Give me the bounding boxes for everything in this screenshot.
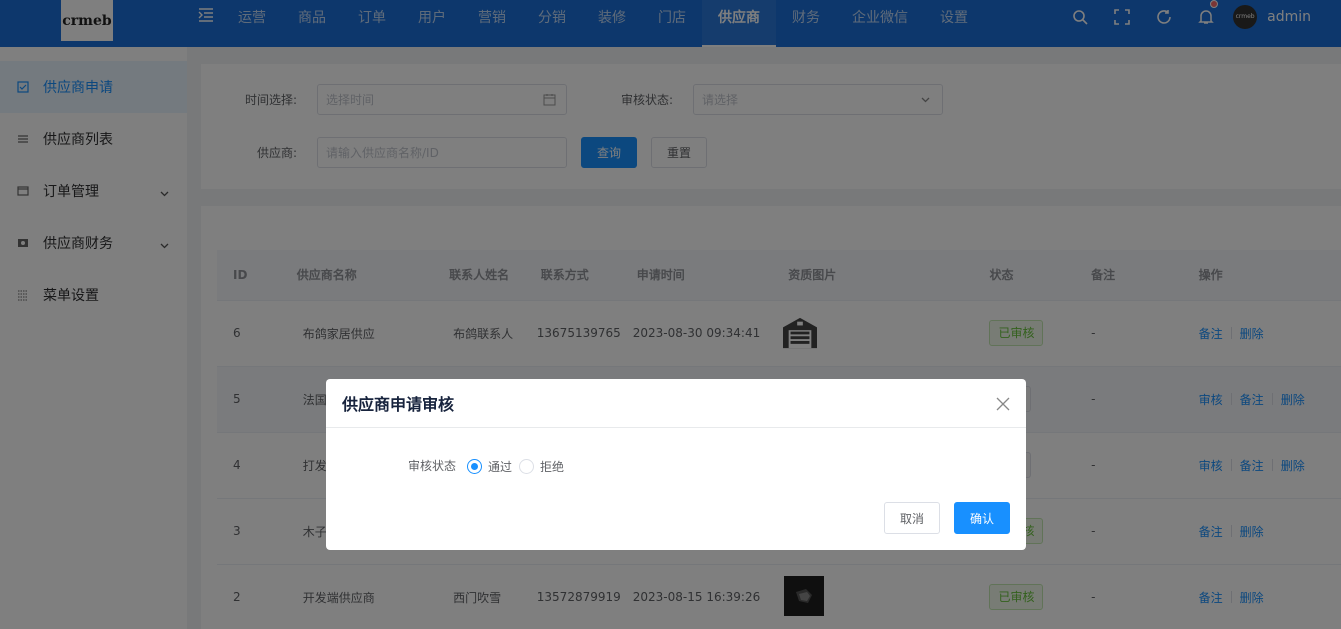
radio-label: 拒绝 xyxy=(540,460,565,474)
dialog-header: 供应商申请审核 xyxy=(326,379,1026,428)
radio-dot xyxy=(467,459,482,474)
close-icon[interactable] xyxy=(996,396,1010,411)
radio-label: 通过 xyxy=(488,460,513,474)
cancel-button[interactable]: 取消 xyxy=(884,502,940,534)
review-dialog: 供应商申请审核 审核状态 通过 拒绝 取消 确认 xyxy=(326,379,1026,550)
confirm-button[interactable]: 确认 xyxy=(954,502,1010,534)
review-status-label: 审核状态 xyxy=(408,459,457,473)
radio-reject[interactable]: 拒绝 xyxy=(519,458,564,475)
radio-approve[interactable]: 通过 xyxy=(467,458,512,475)
radio-dot xyxy=(519,459,534,474)
dialog-title: 供应商申请审核 xyxy=(342,395,455,414)
